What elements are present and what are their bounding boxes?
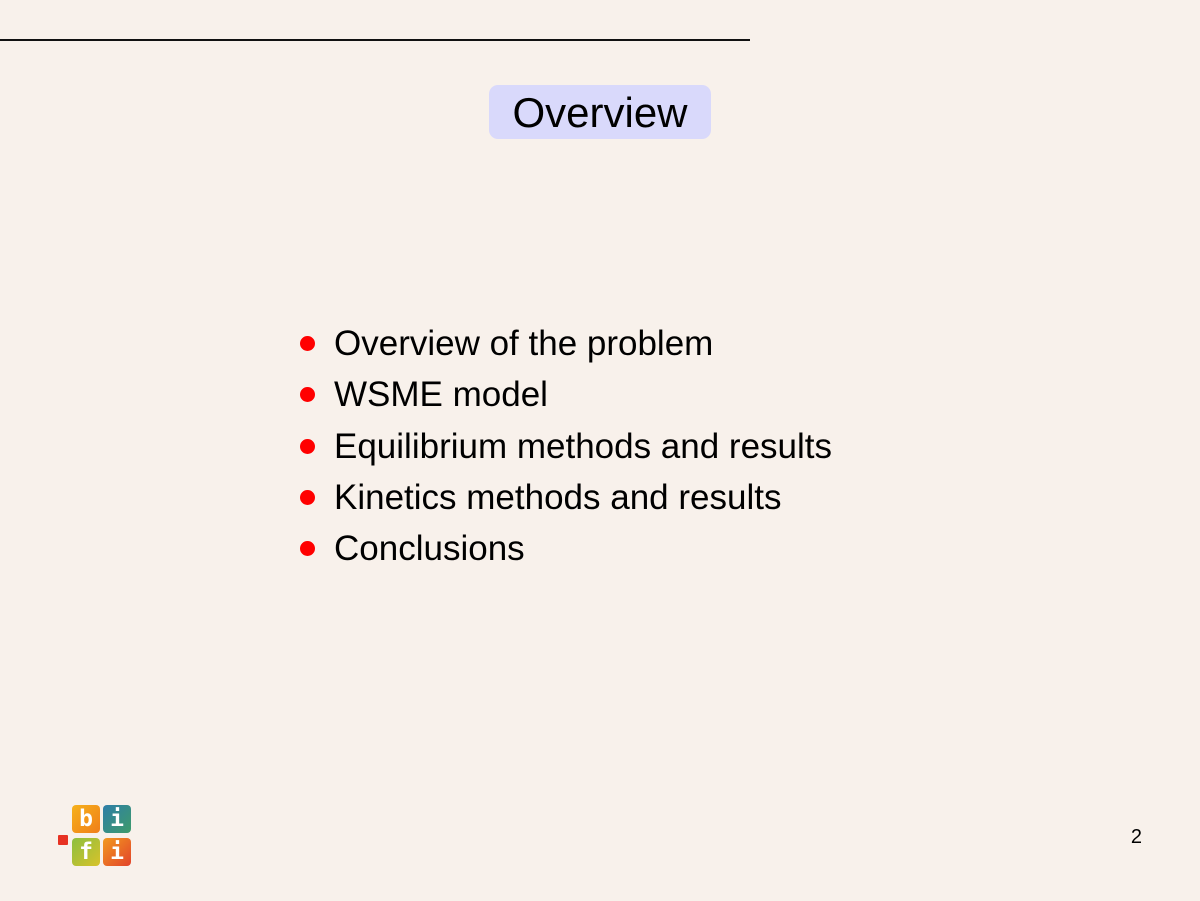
- slide-title-box: Overview: [489, 85, 711, 139]
- page-number: 2: [1130, 826, 1142, 848]
- agenda-item: WSME model: [300, 369, 832, 420]
- agenda-item: Overview of the problem: [300, 318, 832, 369]
- agenda-item-label: Equilibrium methods and results: [334, 426, 833, 466]
- agenda-item: Conclusions: [300, 523, 832, 574]
- agenda-item-label: WSME model: [334, 375, 548, 415]
- bullet-icon: [300, 490, 315, 506]
- agenda-item: Equilibrium methods and results: [300, 421, 832, 472]
- agenda-list: Overview of the problem WSME model Equil…: [300, 318, 832, 574]
- logo-letter-b: b: [72, 805, 100, 833]
- logo-letter-i-bottom: i: [103, 838, 131, 866]
- agenda-item-label: Conclusions: [334, 529, 525, 569]
- bullet-icon: [300, 336, 315, 352]
- logo-accent-square: [58, 835, 68, 845]
- bifi-logo: b i f i: [57, 804, 135, 870]
- agenda-item-label: Overview of the problem: [334, 324, 714, 364]
- logo-letter-i-top: i: [103, 805, 131, 833]
- agenda-item-label: Kinetics methods and results: [334, 478, 782, 518]
- bullet-icon: [300, 387, 315, 403]
- header-rule: [0, 39, 750, 41]
- logo-letter-f: f: [72, 838, 100, 866]
- agenda-item: Kinetics methods and results: [300, 472, 832, 523]
- slide-title: Overview: [512, 88, 688, 136]
- bullet-icon: [300, 541, 315, 557]
- bullet-icon: [300, 438, 315, 454]
